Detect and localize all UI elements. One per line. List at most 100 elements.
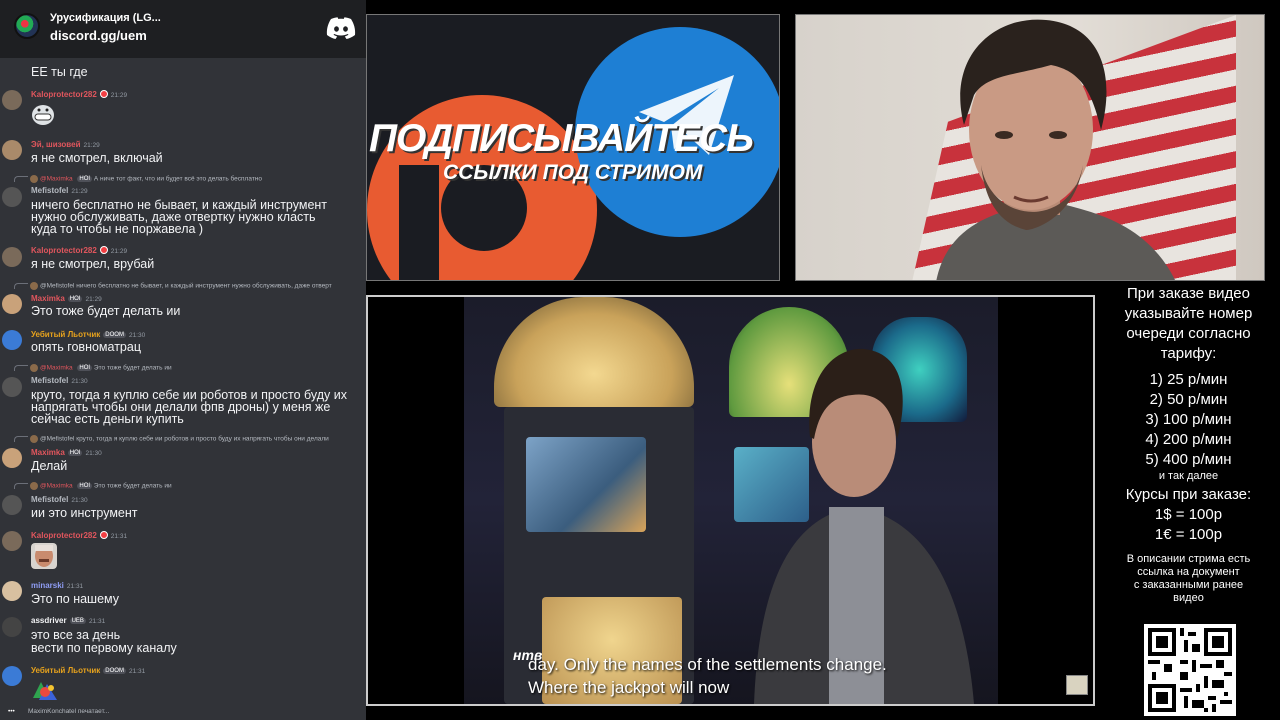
- server-icon: [14, 13, 40, 39]
- username[interactable]: Mefistofel: [31, 186, 68, 195]
- desc-line: ссылка на документ: [1137, 566, 1240, 578]
- timestamp: 21:31: [128, 668, 146, 675]
- timestamp: 21:29: [110, 248, 128, 255]
- reply-preview[interactable]: @Maximka HOI Это тоже будет делать ии: [14, 482, 366, 492]
- username[interactable]: Maximka: [31, 448, 65, 457]
- avatar[interactable]: [2, 330, 22, 350]
- message-text: я не смотрел, включай: [31, 151, 163, 165]
- timestamp: 21:29: [83, 142, 100, 149]
- avatar[interactable]: [2, 140, 22, 160]
- message-text: это все за день: [31, 628, 121, 642]
- order-info-panel: При заказе видео указывайте номер очеред…: [1097, 282, 1280, 720]
- username[interactable]: Эй, шизовей: [31, 140, 80, 149]
- tariff-line: 2) 50 р/мин: [1149, 391, 1228, 408]
- message-text: опять говноматрац: [31, 340, 141, 354]
- reply-preview[interactable]: @Mefistofel ничего бесплатно не бывает, …: [14, 282, 366, 292]
- avatar[interactable]: [2, 377, 22, 397]
- avatar[interactable]: [2, 294, 22, 314]
- discord-header: Урусификация (LG... discord.gg/uem: [0, 0, 366, 58]
- timestamp: 21:31: [88, 618, 106, 625]
- desc-line: видео: [1173, 592, 1204, 604]
- info-line: указывайте номер: [1124, 305, 1253, 322]
- message-text: вести по первому каналу: [31, 641, 177, 655]
- info-line: тарифу:: [1160, 345, 1217, 362]
- server-name: Урусификация (LG...: [50, 12, 161, 24]
- webcam-feed: [795, 14, 1265, 281]
- rate-line: 1$ = 100р: [1154, 506, 1223, 523]
- info-line: очереди согласно: [1126, 325, 1251, 342]
- desc-line: с заказанными ранее: [1133, 579, 1244, 591]
- timestamp: 21:30: [71, 497, 88, 504]
- rates-title: Курсы при заказе:: [1125, 486, 1252, 503]
- desc-line: В описании стрима есть: [1126, 553, 1251, 565]
- username[interactable]: Kaloprotector282: [31, 531, 97, 540]
- status-badge: [99, 246, 108, 254]
- message-header: Уебитый Льотчик DOOM 21:31: [31, 666, 145, 678]
- timestamp: 21:30: [71, 378, 88, 385]
- presenter-image: [754, 348, 974, 704]
- username[interactable]: Mefistofel: [31, 376, 68, 385]
- username[interactable]: Kaloprotector282: [31, 90, 97, 99]
- message-text: сейчас есть деньги купить: [31, 412, 184, 426]
- doom-badge: DOOM: [103, 668, 126, 674]
- username[interactable]: minarski: [31, 581, 64, 590]
- avatar[interactable]: [2, 448, 22, 468]
- face-sticker: [31, 543, 57, 569]
- username[interactable]: assdriver: [31, 616, 67, 625]
- tariff-line: 1) 25 р/мин: [1149, 371, 1228, 388]
- banner-subtitle: ССЫЛКИ ПОД СТРИМОМ: [443, 161, 703, 184]
- reply-preview[interactable]: @Maximka HOI Это тоже будет делать ии: [14, 364, 366, 374]
- reply-preview[interactable]: @Mefistofel круто, тогда я куплю себе ии…: [14, 435, 366, 445]
- grin-emoji: [32, 105, 54, 125]
- message-text: Это тоже будет делать ии: [31, 304, 181, 318]
- tariff-line: 4) 200 р/мин: [1145, 431, 1232, 448]
- avatar[interactable]: [2, 617, 22, 637]
- timestamp: 21:29: [85, 296, 102, 303]
- info-line: При заказе видео: [1127, 285, 1250, 302]
- banner-title: ПОДПИСЫВАЙТЕСЬ: [369, 117, 754, 160]
- timestamp: 21:30: [128, 332, 146, 339]
- discord-icon: [326, 17, 356, 39]
- hoi-badge: HOI: [67, 450, 83, 456]
- avatar[interactable]: [2, 187, 22, 207]
- avatar[interactable]: [2, 666, 22, 686]
- avatar[interactable]: [2, 247, 22, 267]
- status-badge: [99, 531, 108, 539]
- timestamp: 21:30: [85, 450, 102, 457]
- username[interactable]: Maximka: [31, 294, 65, 303]
- message-text: ии это инструмент: [31, 506, 138, 520]
- subtitle-line-2: Where the jackpot will now: [528, 678, 730, 697]
- video-frame: [464, 297, 998, 704]
- streamer-image: [936, 19, 1175, 280]
- avatar[interactable]: [2, 90, 22, 110]
- message-header: Kaloprotector282 21:31: [31, 531, 127, 543]
- username[interactable]: Уебитый Льотчик: [31, 330, 100, 339]
- tariff-line: 3) 100 р/мин: [1145, 411, 1232, 428]
- message-header: Mefistofel 21:30: [31, 376, 88, 388]
- status-badge: [99, 90, 108, 98]
- username[interactable]: Уебитый Льотчик: [31, 666, 100, 675]
- username[interactable]: Kaloprotector282: [31, 246, 97, 255]
- reply-preview[interactable]: @Maximka HOI А ниче тот факт, что ии буд…: [14, 175, 366, 185]
- username[interactable]: Mefistofel: [31, 495, 68, 504]
- message-header: Kaloprotector282 21:29: [31, 90, 127, 102]
- avatar[interactable]: [2, 581, 22, 601]
- message-text: я не смотрел, врубай: [31, 257, 155, 271]
- video-player[interactable]: нтв day. Only the names of the settlemen…: [366, 295, 1095, 706]
- typing-indicator: ••• MaximKonchatel печатает...: [8, 708, 110, 715]
- timestamp: 21:29: [71, 188, 88, 195]
- subscribe-banner: ПОДПИСЫВАЙТЕСЬ ССЫЛКИ ПОД СТРИМОМ: [366, 14, 780, 281]
- etc-note: и так далее: [1158, 470, 1219, 482]
- qr-code: [1144, 624, 1236, 716]
- message-text: ЕЕ ты где: [31, 65, 88, 79]
- tariff-line: 5) 400 р/мин: [1145, 451, 1232, 468]
- server-invite-link[interactable]: discord.gg/uem: [50, 28, 147, 43]
- avatar[interactable]: [2, 531, 22, 551]
- timestamp: 21:31: [110, 533, 128, 540]
- ueb-badge: UEB: [69, 618, 86, 624]
- avatar[interactable]: [2, 495, 22, 515]
- message-header: assdriver UEB 21:31: [31, 616, 105, 628]
- subtitle-line-1: day. Only the names of the settlements c…: [528, 655, 887, 674]
- message-header: Mefistofel 21:29: [31, 186, 88, 198]
- message-text: куда то чтобы не поржавела ): [31, 222, 204, 236]
